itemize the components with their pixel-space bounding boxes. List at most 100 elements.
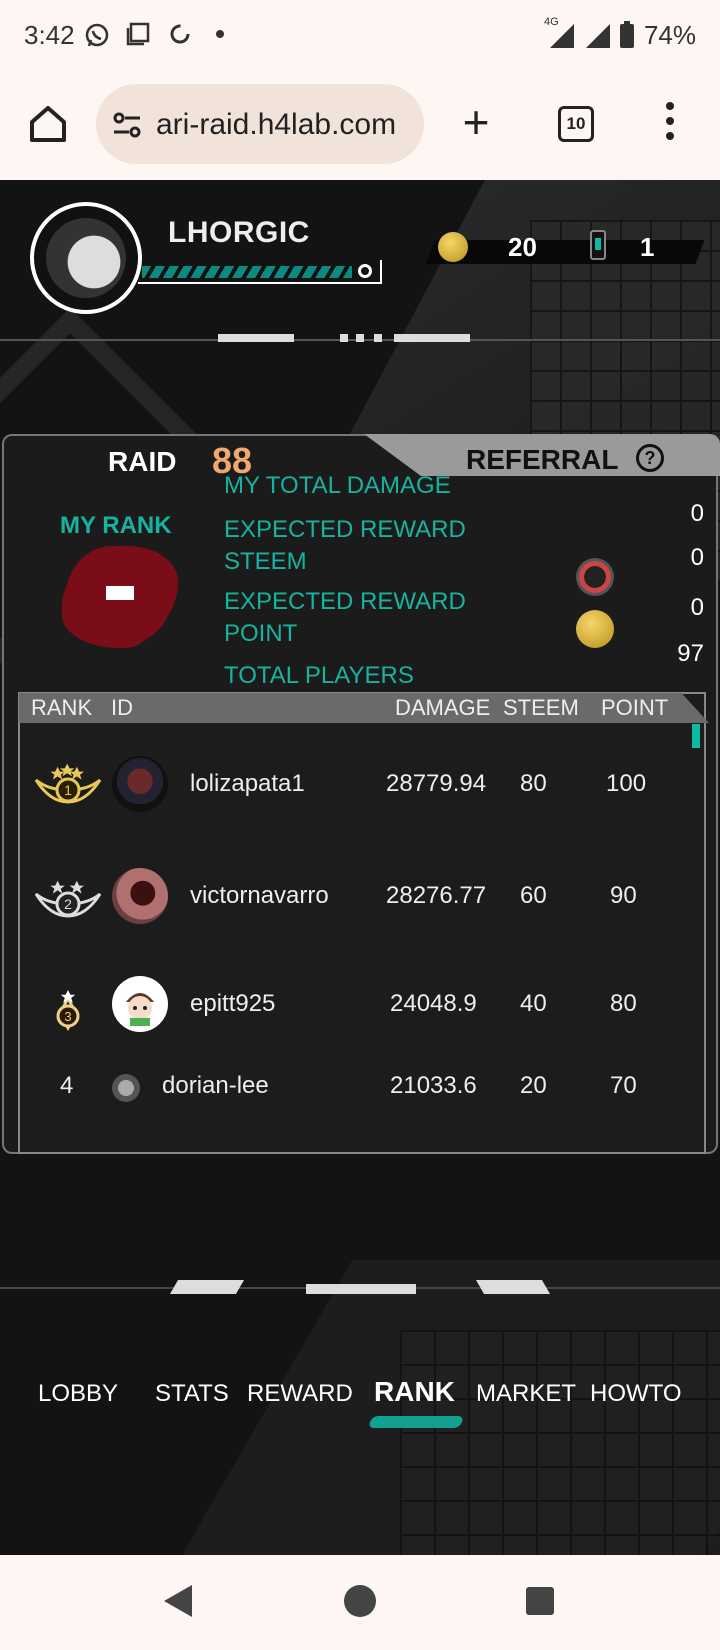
table-row[interactable]: 1 lolizapata1 28779.94 80 100 xyxy=(20,732,708,832)
table-row[interactable]: 3 epitt925 24048.9 40 80 xyxy=(20,960,708,1060)
player-id[interactable]: victornavarro xyxy=(190,882,329,910)
silver-medal-icon: 2 xyxy=(34,880,102,918)
tab-switcher-button[interactable]: 10 xyxy=(558,106,594,142)
stat-total-damage-value: 0 xyxy=(690,500,704,527)
svg-text:2: 2 xyxy=(64,896,72,912)
divider-decoration xyxy=(218,334,294,342)
my-rank-label: MY RANK xyxy=(60,512,172,539)
recents-icon[interactable] xyxy=(526,1587,554,1615)
stat-expected-steem-value: 0 xyxy=(690,544,704,571)
divider-decoration xyxy=(394,334,470,342)
svg-text:1: 1 xyxy=(64,782,72,798)
point-reward: 80 xyxy=(610,990,637,1017)
stat-expected-steem-label: EXPECTED REWARD STEEM xyxy=(224,516,466,575)
steem-reward: 20 xyxy=(520,1072,547,1099)
coin-count: 20 xyxy=(508,232,537,262)
status-bar: 3:42 4G 74% xyxy=(0,0,720,72)
xp-bar xyxy=(142,266,352,278)
rank-number: 4 xyxy=(60,1072,74,1099)
stat-total-damage-label: MY TOTAL DAMAGE xyxy=(224,472,451,499)
status-time: 3:42 xyxy=(24,20,75,50)
divider-decoration xyxy=(356,334,364,342)
url-text: ari-raid.h4lab.com xyxy=(156,108,397,141)
steem-reward: 60 xyxy=(520,882,547,909)
point-reward: 100 xyxy=(606,770,647,797)
profile-avatar[interactable] xyxy=(30,202,142,314)
battery-icon xyxy=(619,20,634,48)
divider-decoration xyxy=(475,1280,551,1294)
col-steem: STEEM xyxy=(503,695,579,720)
steem-reward: 80 xyxy=(520,770,547,797)
player-id[interactable]: epitt925 xyxy=(190,990,275,1018)
stat-expected-point-value: 0 xyxy=(690,594,704,621)
bronze-medal-icon: 3 xyxy=(56,990,80,1032)
col-damage: DAMAGE xyxy=(395,695,491,720)
point-reward: 90 xyxy=(610,882,637,909)
ticket-icon xyxy=(590,230,606,260)
point-reward: 70 xyxy=(610,1072,637,1099)
table-row[interactable]: 4 dorian-lee 21033.6 20 70 xyxy=(20,1046,708,1146)
divider-decoration xyxy=(306,1284,416,1294)
address-bar[interactable]: ari-raid.h4lab.com xyxy=(96,84,424,164)
tab-raid[interactable]: RAID xyxy=(108,446,176,478)
steem-reward: 40 xyxy=(520,990,547,1017)
rank-panel: RAID 88 REFERRAL ? MY RANK MY TOTAL DAMA… xyxy=(2,434,720,1154)
browser-toolbar: ari-raid.h4lab.com + 10 xyxy=(0,72,720,180)
leaderboard-table: RANK ID DAMAGE STEEM POINT 1 lolizapata1… xyxy=(18,692,709,1154)
signal-4g-icon: 4G xyxy=(544,16,574,48)
stat-expected-point-label: EXPECTED REWARD POINT xyxy=(224,588,466,647)
nav-rank[interactable]: RANK xyxy=(374,1376,455,1408)
gold-medal-icon: 1 xyxy=(34,763,102,804)
help-icon[interactable]: ? xyxy=(636,444,664,472)
nav-market[interactable]: MARKET xyxy=(476,1380,576,1408)
damage: 28779.94 xyxy=(386,770,487,797)
new-tab-button[interactable]: + xyxy=(456,98,496,146)
player-name: LHORGIC xyxy=(168,216,310,249)
nav-lobby[interactable]: LOBBY xyxy=(38,1380,118,1408)
steem-icon xyxy=(576,558,614,596)
player-id[interactable]: lolizapata1 xyxy=(190,770,305,798)
col-point: POINT xyxy=(601,695,669,720)
player-id[interactable]: dorian-lee xyxy=(162,1072,269,1100)
col-rank: RANK xyxy=(31,695,93,720)
nav-active-indicator xyxy=(367,1416,465,1428)
home-icon xyxy=(30,106,66,142)
sync-icon xyxy=(168,22,192,52)
background-grid xyxy=(400,1330,720,1555)
damage: 28276.77 xyxy=(386,882,487,909)
col-id: ID xyxy=(111,695,133,720)
status-right: 4G 74% xyxy=(544,16,696,51)
divider-decoration xyxy=(340,334,348,342)
divider-decoration xyxy=(374,334,382,342)
avatar xyxy=(112,976,168,1032)
xp-bar-end xyxy=(358,264,372,278)
game-screen: LHORGIC 20 1 RAID 88 REFERRAL ? MY RANK … xyxy=(0,180,720,1555)
avatar xyxy=(112,868,168,924)
back-icon[interactable] xyxy=(164,1585,192,1617)
site-settings-icon[interactable] xyxy=(112,110,142,140)
table-header: RANK ID DAMAGE STEEM POINT xyxy=(19,693,709,723)
damage: 24048.9 xyxy=(390,990,477,1017)
notification-dot-icon xyxy=(216,30,224,38)
screen-copy-icon xyxy=(126,22,150,52)
svg-text:3: 3 xyxy=(64,1009,71,1024)
whatsapp-icon xyxy=(84,22,110,54)
nav-stats[interactable]: STATS xyxy=(155,1380,229,1408)
divider-decoration xyxy=(169,1280,245,1294)
battery-level: 74% xyxy=(643,20,696,50)
nav-howto[interactable]: HOWTO xyxy=(590,1380,682,1408)
rank-splat-placeholder xyxy=(106,586,134,600)
stat-total-players-value: 97 xyxy=(677,640,704,667)
point-coin-icon xyxy=(576,610,614,648)
browser-menu-button[interactable] xyxy=(660,102,680,148)
home-circle-icon[interactable] xyxy=(344,1585,376,1617)
coin-icon xyxy=(438,232,468,262)
avatar xyxy=(112,1074,140,1102)
home-button[interactable] xyxy=(26,102,70,146)
nav-reward[interactable]: REWARD xyxy=(247,1380,353,1408)
stat-total-players-label: TOTAL PLAYERS xyxy=(224,662,414,689)
table-row[interactable]: 2 victornavarro 28276.77 60 90 xyxy=(20,846,708,946)
ticket-count: 1 xyxy=(640,232,655,262)
tab-referral[interactable]: REFERRAL xyxy=(466,444,618,476)
system-navigation-bar xyxy=(0,1555,720,1650)
